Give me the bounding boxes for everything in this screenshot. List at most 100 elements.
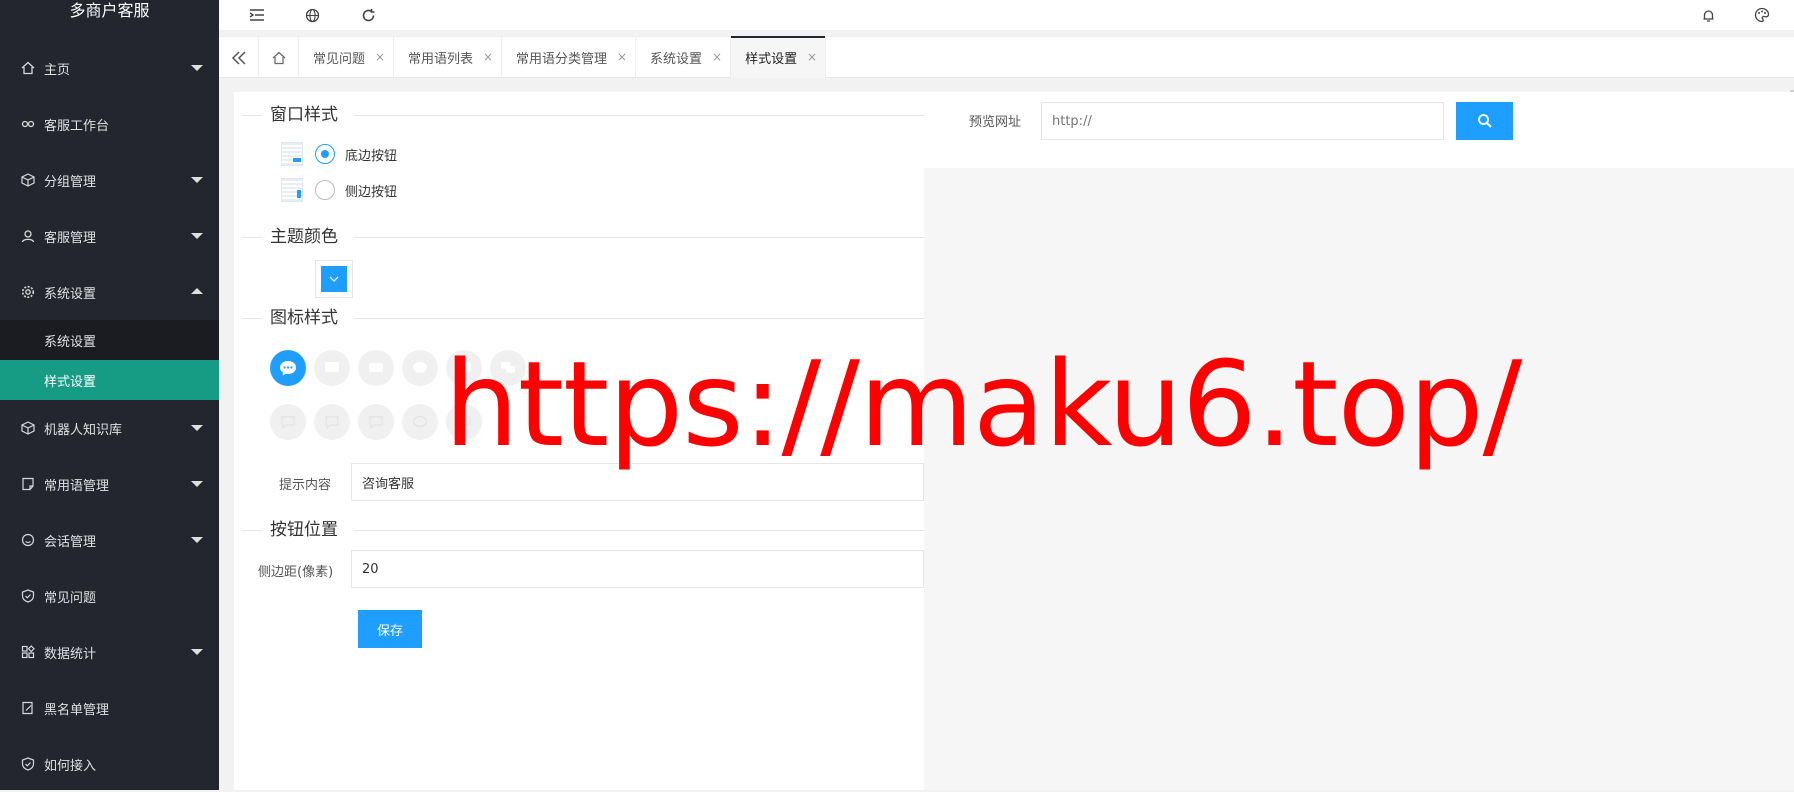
option-label: 侧边按钮 bbox=[345, 184, 398, 200]
icon-style-option-2[interactable] bbox=[314, 350, 350, 386]
chat-bubble-icon bbox=[280, 361, 296, 376]
app-title: 多商户客服 bbox=[69, 1, 150, 20]
sidebar: 多商户客服 主页 客服工作台 分组管理 客服管理 系统设置 系统设置 样式设置 … bbox=[0, 0, 219, 790]
multi-chat-icon bbox=[501, 362, 515, 373]
gear-icon bbox=[20, 284, 36, 300]
settings-submenu: 系统设置 样式设置 bbox=[0, 320, 219, 400]
radio-bottom-button[interactable] bbox=[315, 144, 335, 164]
message-square-icon bbox=[457, 362, 471, 372]
tip-content-input[interactable] bbox=[351, 463, 924, 501]
submenu-item-system-settings[interactable]: 系统设置 bbox=[0, 320, 219, 360]
sidebar-item-groups[interactable]: 分组管理 bbox=[0, 152, 219, 208]
icon-style-option-8[interactable] bbox=[314, 404, 350, 440]
tab-label: 常见问题 bbox=[313, 52, 366, 67]
home-icon bbox=[20, 60, 36, 76]
option-side-button[interactable]: 侧边按钮 bbox=[281, 178, 397, 202]
cube-icon bbox=[20, 172, 36, 188]
style-settings-form: 窗口样式 底边按钮 侧边按钮 主题颜色 图标样式 提示内容 咨询客服 按钮位置 … bbox=[234, 92, 924, 790]
sidebar-item-label: 主页 bbox=[44, 62, 71, 78]
close-icon[interactable]: × bbox=[375, 50, 385, 64]
sidebar-item-label: 常见问题 bbox=[44, 590, 97, 606]
sidebar-item-stats[interactable]: 数据统计 bbox=[0, 624, 219, 680]
tab-scroll-left-button[interactable] bbox=[219, 37, 259, 78]
theme-color-picker[interactable] bbox=[315, 260, 353, 298]
shield-icon bbox=[20, 756, 36, 772]
sidebar-item-how-to-integrate[interactable]: 如何接入 bbox=[0, 736, 219, 792]
tab-label: 常用语列表 bbox=[408, 52, 474, 67]
icon-style-option-4[interactable] bbox=[402, 350, 438, 386]
icon-style-option-11[interactable] bbox=[446, 404, 482, 440]
icon-style-option-1[interactable] bbox=[270, 350, 306, 386]
sidebar-item-sessions[interactable]: 会话管理 bbox=[0, 512, 219, 568]
sidebar-item-phrases[interactable]: 常用语管理 bbox=[0, 456, 219, 512]
home-icon bbox=[272, 51, 285, 64]
close-icon[interactable]: × bbox=[712, 50, 722, 64]
chat-outline-icon bbox=[325, 416, 339, 430]
sidebar-item-faq[interactable]: 常见问题 bbox=[0, 568, 219, 624]
icon-style-option-10[interactable] bbox=[402, 404, 438, 440]
sidebar-item-label: 如何接入 bbox=[44, 758, 97, 774]
sidebar-item-label: 系统设置 bbox=[44, 286, 97, 302]
note-icon bbox=[20, 476, 36, 492]
cube-icon bbox=[20, 420, 36, 436]
radio-side-button[interactable] bbox=[315, 180, 335, 200]
sidebar-item-robot-kb[interactable]: 机器人知识库 bbox=[0, 400, 219, 456]
smile-icon bbox=[20, 532, 36, 548]
tab-label: 系统设置 bbox=[650, 52, 703, 67]
preview-search-button[interactable] bbox=[1456, 102, 1513, 140]
sidebar-item-label: 机器人知识库 bbox=[44, 422, 123, 438]
tab-system-settings[interactable]: 系统设置 × bbox=[636, 37, 732, 78]
close-icon[interactable]: × bbox=[617, 50, 627, 64]
sidebar-item-settings[interactable]: 系统设置 bbox=[0, 264, 219, 320]
sidebar-item-blacklist[interactable]: 黑名单管理 bbox=[0, 680, 219, 736]
tab-home[interactable] bbox=[259, 37, 299, 78]
submenu-item-style-settings[interactable]: 样式设置 bbox=[0, 360, 219, 400]
chevron-down-icon bbox=[191, 65, 203, 71]
option-label: 底边按钮 bbox=[345, 148, 398, 164]
sidebar-item-label: 会话管理 bbox=[44, 534, 97, 550]
refresh-icon[interactable] bbox=[357, 4, 379, 26]
preview-url-input[interactable] bbox=[1041, 102, 1444, 140]
tab-phrase-category[interactable]: 常用语分类管理 × bbox=[502, 37, 637, 78]
search-icon bbox=[1477, 114, 1492, 128]
chat-outline-icon bbox=[457, 416, 471, 430]
option-bottom-button[interactable]: 底边按钮 bbox=[281, 142, 397, 166]
edit-icon bbox=[20, 700, 36, 716]
side-margin-input[interactable] bbox=[351, 550, 924, 588]
icon-style-option-7[interactable] bbox=[270, 404, 306, 440]
menu-fold-icon[interactable] bbox=[246, 4, 268, 26]
icon-style-option-5[interactable] bbox=[446, 350, 482, 386]
chevron-down-icon bbox=[191, 537, 203, 543]
tab-label: 常用语分类管理 bbox=[516, 52, 608, 67]
theme-palette-icon[interactable] bbox=[1751, 4, 1773, 26]
sidebar-item-home[interactable]: 主页 bbox=[0, 40, 219, 96]
chevron-down-icon bbox=[191, 233, 203, 239]
tab-style-settings[interactable]: 样式设置 × bbox=[731, 36, 827, 78]
sidebar-item-workbench[interactable]: 客服工作台 bbox=[0, 96, 219, 152]
chevron-down-icon bbox=[191, 649, 203, 655]
sidebar-item-label: 客服管理 bbox=[44, 230, 97, 246]
tab-phrase-list[interactable]: 常用语列表 × bbox=[394, 37, 503, 78]
chevron-down-icon bbox=[191, 425, 203, 431]
sidebar-item-label: 常用语管理 bbox=[44, 478, 110, 494]
user-icon bbox=[20, 228, 36, 244]
chat-oval-outline-icon bbox=[412, 415, 428, 428]
icon-style-option-9[interactable] bbox=[358, 404, 394, 440]
close-icon[interactable]: × bbox=[483, 50, 493, 64]
color-swatch bbox=[321, 266, 347, 292]
sidebar-item-agents[interactable]: 客服管理 bbox=[0, 208, 219, 264]
tab-label: 样式设置 bbox=[745, 52, 798, 67]
chevron-up-icon bbox=[191, 288, 203, 294]
top-header bbox=[219, 0, 1794, 30]
bell-icon[interactable] bbox=[1697, 4, 1719, 26]
tab-faq[interactable]: 常见问题 × bbox=[299, 37, 395, 78]
chat-outline-icon bbox=[369, 416, 383, 430]
icon-style-option-3[interactable] bbox=[358, 350, 394, 386]
message-square-icon bbox=[369, 363, 383, 372]
icon-style-option-6[interactable] bbox=[490, 350, 526, 386]
close-icon[interactable]: × bbox=[807, 50, 817, 64]
chat-oval-icon bbox=[413, 362, 427, 373]
save-button[interactable]: 保存 bbox=[358, 610, 422, 648]
globe-icon[interactable] bbox=[301, 4, 323, 26]
legend-title: 图标样式 bbox=[270, 308, 338, 328]
